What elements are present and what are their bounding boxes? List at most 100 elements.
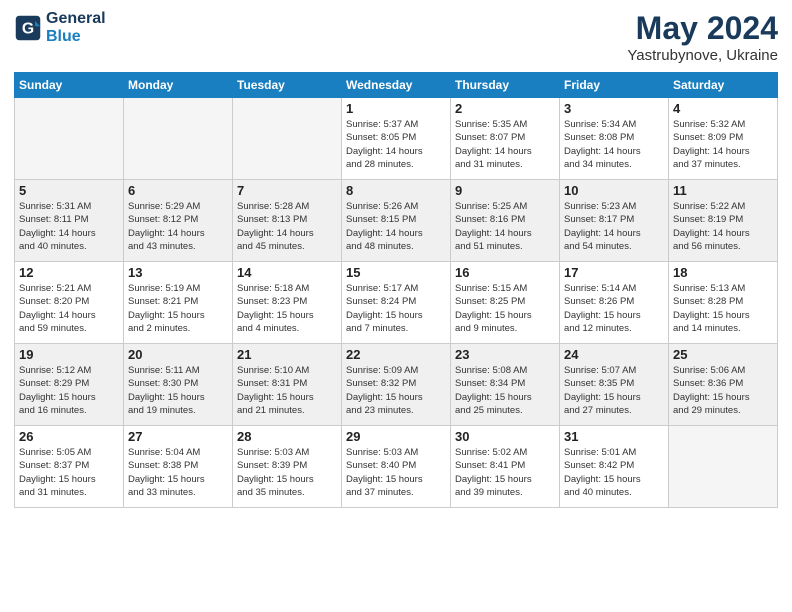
- day-number: 20: [128, 347, 228, 362]
- weekday-header: Wednesday: [342, 73, 451, 98]
- day-info: Sunrise: 5:09 AM Sunset: 8:32 PM Dayligh…: [346, 364, 446, 417]
- day-number: 16: [455, 265, 555, 280]
- day-info: Sunrise: 5:19 AM Sunset: 8:21 PM Dayligh…: [128, 282, 228, 335]
- calendar-cell: 2 Sunrise: 5:35 AM Sunset: 8:07 PM Daylig…: [451, 98, 560, 180]
- calendar-cell: [15, 98, 124, 180]
- calendar-cell: 4Sunrise: 5:32 AM Sunset: 8:09 PM Daylig…: [669, 98, 778, 180]
- day-info: Sunrise: 5:03 AM Sunset: 8:39 PM Dayligh…: [237, 446, 337, 499]
- svg-text:G: G: [22, 20, 34, 37]
- location: Yastrubynove, Ukraine: [627, 47, 778, 64]
- day-number: 24: [564, 347, 664, 362]
- calendar-cell: 12 Sunrise: 5:21 AM Sunset: 8:20 PM Dayli…: [15, 262, 124, 344]
- day-info: Sunrise: 5:31 AM Sunset: 8:11 PM Dayligh…: [19, 200, 119, 253]
- calendar-cell: [233, 98, 342, 180]
- calendar-cell: 6 Sunrise: 5:29 AM Sunset: 8:12 PM Daylig…: [124, 180, 233, 262]
- day-number: 7: [237, 183, 337, 198]
- weekday-header: Saturday: [669, 73, 778, 98]
- day-info: Sunrise: 5:02 AM Sunset: 8:41 PM Dayligh…: [455, 446, 555, 499]
- day-info: Sunrise: 5:35 AM Sunset: 8:07 PM Dayligh…: [455, 118, 555, 171]
- calendar-row: 5 Sunrise: 5:31 AM Sunset: 8:11 PM Daylig…: [15, 180, 778, 262]
- day-number: 14: [237, 265, 337, 280]
- calendar-cell: 28 Sunrise: 5:03 AM Sunset: 8:39 PM Dayli…: [233, 426, 342, 508]
- day-info: Sunrise: 5:01 AM Sunset: 8:42 PM Dayligh…: [564, 446, 664, 499]
- day-info: Sunrise: 5:25 AM Sunset: 8:16 PM Dayligh…: [455, 200, 555, 253]
- day-number: 29: [346, 429, 446, 444]
- day-number: 6: [128, 183, 228, 198]
- calendar-cell: 21 Sunrise: 5:10 AM Sunset: 8:31 PM Dayli…: [233, 344, 342, 426]
- day-number: 30: [455, 429, 555, 444]
- day-info: Sunrise: 5:18 AM Sunset: 8:23 PM Dayligh…: [237, 282, 337, 335]
- month-title: May 2024: [627, 10, 778, 47]
- logo-text: General Blue: [46, 10, 106, 46]
- day-number: 2: [455, 101, 555, 116]
- day-info: Sunrise: 5:21 AM Sunset: 8:20 PM Dayligh…: [19, 282, 119, 335]
- day-info: Sunrise: 5:12 AM Sunset: 8:29 PM Dayligh…: [19, 364, 119, 417]
- calendar-cell: 11Sunrise: 5:22 AM Sunset: 8:19 PM Dayli…: [669, 180, 778, 262]
- day-number: 3: [564, 101, 664, 116]
- calendar-cell: 30 Sunrise: 5:02 AM Sunset: 8:41 PM Dayli…: [451, 426, 560, 508]
- calendar-cell: 9 Sunrise: 5:25 AM Sunset: 8:16 PM Daylig…: [451, 180, 560, 262]
- day-number: 27: [128, 429, 228, 444]
- weekday-header: Friday: [560, 73, 669, 98]
- day-info: Sunrise: 5:34 AM Sunset: 8:08 PM Dayligh…: [564, 118, 664, 171]
- calendar-cell: 17Sunrise: 5:14 AM Sunset: 8:26 PM Dayli…: [560, 262, 669, 344]
- day-number: 5: [19, 183, 119, 198]
- calendar-cell: 26 Sunrise: 5:05 AM Sunset: 8:37 PM Dayli…: [15, 426, 124, 508]
- calendar-cell: 31Sunrise: 5:01 AM Sunset: 8:42 PM Dayli…: [560, 426, 669, 508]
- day-info: Sunrise: 5:03 AM Sunset: 8:40 PM Dayligh…: [346, 446, 446, 499]
- day-number: 25: [673, 347, 773, 362]
- calendar-row: 12 Sunrise: 5:21 AM Sunset: 8:20 PM Dayli…: [15, 262, 778, 344]
- calendar-cell: 16 Sunrise: 5:15 AM Sunset: 8:25 PM Dayli…: [451, 262, 560, 344]
- calendar-cell: 29 Sunrise: 5:03 AM Sunset: 8:40 PM Dayli…: [342, 426, 451, 508]
- day-number: 18: [673, 265, 773, 280]
- day-info: Sunrise: 5:05 AM Sunset: 8:37 PM Dayligh…: [19, 446, 119, 499]
- calendar-cell: 27Sunrise: 5:04 AM Sunset: 8:38 PM Dayli…: [124, 426, 233, 508]
- day-info: Sunrise: 5:29 AM Sunset: 8:12 PM Dayligh…: [128, 200, 228, 253]
- day-info: Sunrise: 5:15 AM Sunset: 8:25 PM Dayligh…: [455, 282, 555, 335]
- day-info: Sunrise: 5:26 AM Sunset: 8:15 PM Dayligh…: [346, 200, 446, 253]
- calendar-cell: 8Sunrise: 5:26 AM Sunset: 8:15 PM Daylig…: [342, 180, 451, 262]
- day-number: 4: [673, 101, 773, 116]
- calendar-cell: 25Sunrise: 5:06 AM Sunset: 8:36 PM Dayli…: [669, 344, 778, 426]
- day-number: 10: [564, 183, 664, 198]
- day-info: Sunrise: 5:22 AM Sunset: 8:19 PM Dayligh…: [673, 200, 773, 253]
- day-number: 22: [346, 347, 446, 362]
- day-info: Sunrise: 5:10 AM Sunset: 8:31 PM Dayligh…: [237, 364, 337, 417]
- day-info: Sunrise: 5:08 AM Sunset: 8:34 PM Dayligh…: [455, 364, 555, 417]
- day-number: 15: [346, 265, 446, 280]
- day-info: Sunrise: 5:13 AM Sunset: 8:28 PM Dayligh…: [673, 282, 773, 335]
- calendar-cell: 7Sunrise: 5:28 AM Sunset: 8:13 PM Daylig…: [233, 180, 342, 262]
- day-number: 19: [19, 347, 119, 362]
- logo: G General Blue: [14, 10, 106, 46]
- day-number: 21: [237, 347, 337, 362]
- day-info: Sunrise: 5:07 AM Sunset: 8:35 PM Dayligh…: [564, 364, 664, 417]
- day-info: Sunrise: 5:17 AM Sunset: 8:24 PM Dayligh…: [346, 282, 446, 335]
- calendar-cell: 5 Sunrise: 5:31 AM Sunset: 8:11 PM Daylig…: [15, 180, 124, 262]
- day-info: Sunrise: 5:14 AM Sunset: 8:26 PM Dayligh…: [564, 282, 664, 335]
- day-number: 23: [455, 347, 555, 362]
- calendar-cell: 10Sunrise: 5:23 AM Sunset: 8:17 PM Dayli…: [560, 180, 669, 262]
- calendar-cell: 1 Sunrise: 5:37 AM Sunset: 8:05 PM Daylig…: [342, 98, 451, 180]
- calendar-cell: 19 Sunrise: 5:12 AM Sunset: 8:29 PM Dayli…: [15, 344, 124, 426]
- calendar-row: 19 Sunrise: 5:12 AM Sunset: 8:29 PM Dayli…: [15, 344, 778, 426]
- day-info: Sunrise: 5:11 AM Sunset: 8:30 PM Dayligh…: [128, 364, 228, 417]
- title-block: May 2024 Yastrubynove, Ukraine: [627, 10, 778, 64]
- calendar-cell: [124, 98, 233, 180]
- calendar-cell: 3 Sunrise: 5:34 AM Sunset: 8:08 PM Daylig…: [560, 98, 669, 180]
- weekday-header: Tuesday: [233, 73, 342, 98]
- calendar-cell: 18 Sunrise: 5:13 AM Sunset: 8:28 PM Dayli…: [669, 262, 778, 344]
- day-number: 26: [19, 429, 119, 444]
- calendar-row: 26 Sunrise: 5:05 AM Sunset: 8:37 PM Dayli…: [15, 426, 778, 508]
- day-number: 1: [346, 101, 446, 116]
- calendar-row: 1 Sunrise: 5:37 AM Sunset: 8:05 PM Daylig…: [15, 98, 778, 180]
- day-info: Sunrise: 5:37 AM Sunset: 8:05 PM Dayligh…: [346, 118, 446, 171]
- weekday-header: Monday: [124, 73, 233, 98]
- calendar-cell: 20 Sunrise: 5:11 AM Sunset: 8:30 PM Dayli…: [124, 344, 233, 426]
- calendar-cell: 22 Sunrise: 5:09 AM Sunset: 8:32 PM Dayli…: [342, 344, 451, 426]
- header: G General Blue May 2024 Yastrubynove, Uk…: [14, 10, 778, 64]
- day-number: 28: [237, 429, 337, 444]
- day-number: 9: [455, 183, 555, 198]
- weekday-header: Sunday: [15, 73, 124, 98]
- day-number: 12: [19, 265, 119, 280]
- calendar-cell: 13Sunrise: 5:19 AM Sunset: 8:21 PM Dayli…: [124, 262, 233, 344]
